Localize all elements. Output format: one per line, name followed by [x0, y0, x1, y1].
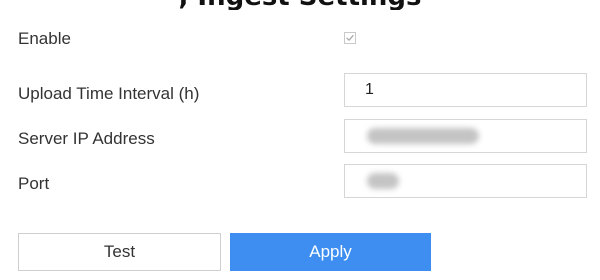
upload-interval-input[interactable]: 1	[344, 73, 587, 107]
enable-checkbox[interactable]	[344, 32, 356, 44]
enable-label: Enable	[18, 29, 71, 48]
redacted-ip-value	[367, 128, 479, 144]
upload-interval-label: Upload Time Interval (h)	[18, 84, 200, 103]
top-cropped-header: , Ingest Settings	[0, 0, 600, 10]
port-input[interactable]	[344, 164, 587, 198]
checkmark-icon	[346, 34, 354, 41]
apply-button[interactable]: Apply	[230, 233, 431, 271]
server-ip-label: Server IP Address	[18, 129, 155, 148]
test-button[interactable]: Test	[18, 233, 221, 271]
cropped-header-text: , Ingest Settings	[0, 0, 600, 10]
server-ip-input[interactable]	[344, 119, 587, 153]
port-label: Port	[18, 174, 50, 193]
redacted-port-value	[367, 173, 399, 189]
